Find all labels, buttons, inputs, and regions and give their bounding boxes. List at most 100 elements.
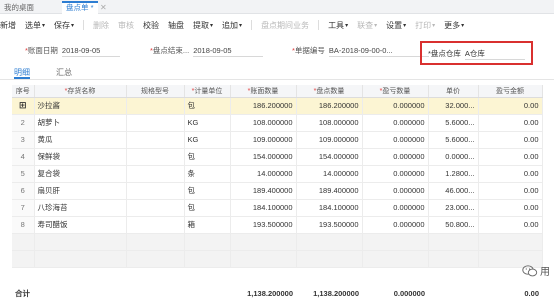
cell-unit[interactable]: 包 — [184, 97, 231, 115]
column-header[interactable]: 序号 — [12, 85, 35, 98]
doc-no-value[interactable]: BA-2018-09-00-0... — [328, 46, 429, 57]
cell-unit[interactable]: 箱 — [184, 216, 231, 234]
cell-spec[interactable] — [126, 148, 185, 166]
end-date-value[interactable]: 2018-09-05 — [193, 46, 264, 57]
column-header[interactable]: 规格型号 — [126, 85, 185, 98]
cell-diff-amt[interactable]: 0.00 — [478, 97, 543, 115]
toolbar-button[interactable]: 盘点期间业务 — [261, 20, 309, 31]
empty-cell[interactable] — [230, 250, 297, 268]
toolbar-button[interactable]: 选单 ▾ — [25, 20, 45, 31]
table-row[interactable]: 7 八珍海苔包 184.100000 184.100000 0.000000 23.000… — [12, 199, 543, 217]
empty-cell[interactable] — [428, 233, 479, 251]
cell-count-qty[interactable]: 109.000000 — [296, 131, 363, 149]
cell-name[interactable]: 寿司醋饭 — [34, 216, 127, 234]
cell-diff-amt[interactable]: 0.00 — [478, 216, 543, 234]
cell-unit[interactable]: 条 — [184, 165, 231, 183]
empty-cell[interactable] — [34, 250, 127, 268]
table-row[interactable]: 2 胡萝卜 KG 108.000000 108.000000 0.000000 5.6000… — [12, 114, 543, 132]
cell-diff-qty[interactable]: 0.000000 — [362, 182, 429, 200]
empty-cell[interactable] — [296, 250, 363, 268]
cell-price[interactable]: 23.000... — [428, 199, 479, 217]
cell-count-qty[interactable]: 108.000000 — [296, 114, 363, 132]
cell-count-qty[interactable]: 193.500000 — [296, 216, 363, 234]
cell-diff-amt[interactable]: 0.00 — [478, 165, 543, 183]
cell-spec[interactable] — [126, 97, 185, 115]
cell-spec[interactable] — [126, 165, 185, 183]
cell-spec[interactable] — [126, 199, 185, 217]
insert-row-icon[interactable]: ⊞ — [19, 100, 27, 111]
cell-book-qty[interactable]: 193.500000 — [230, 216, 297, 234]
toolbar-button[interactable]: 校验 — [143, 20, 159, 31]
warehouse-field[interactable]: *盘点仓库 A仓库 — [428, 48, 525, 60]
empty-cell[interactable] — [12, 250, 35, 268]
cell-spec[interactable] — [126, 182, 185, 200]
cell-name[interactable]: 扇贝肝 — [34, 182, 127, 200]
cell-name[interactable]: 沙拉酱 — [34, 97, 127, 115]
cell-price[interactable]: 50.800... — [428, 216, 479, 234]
cell-diff-amt[interactable]: 0.00 — [478, 199, 543, 217]
empty-row[interactable] — [12, 233, 543, 251]
empty-cell[interactable] — [126, 250, 185, 268]
cell-diff-qty[interactable]: 0.000000 — [362, 114, 429, 132]
empty-cell[interactable] — [296, 233, 363, 251]
toolbar-button[interactable]: 删除 — [93, 20, 109, 31]
cell-price[interactable]: 1.2800... — [428, 165, 479, 183]
table-row[interactable]: 6 扇贝肝包 189.400000 189.400000 0.000000 46.000.… — [12, 182, 543, 200]
empty-cell[interactable] — [184, 233, 231, 251]
cell-book-qty[interactable]: 109.000000 — [230, 131, 297, 149]
cell-count-qty[interactable]: 189.400000 — [296, 182, 363, 200]
empty-cell[interactable] — [428, 250, 479, 268]
toolbar-button[interactable]: 更多 ▾ — [444, 20, 464, 31]
column-header[interactable]: *账面数量 — [230, 85, 297, 98]
book-date-field[interactable]: *账面日期 2018-09-05 — [25, 45, 120, 57]
cell-book-qty[interactable]: 184.100000 — [230, 199, 297, 217]
tab-my-desktop[interactable]: 我的桌面 — [4, 2, 34, 14]
cell-name[interactable]: 胡萝卜 — [34, 114, 127, 132]
cell-book-qty[interactable]: 108.000000 — [230, 114, 297, 132]
cell-diff-qty[interactable]: 0.000000 — [362, 148, 429, 166]
cell-diff-qty[interactable]: 0.000000 — [362, 216, 429, 234]
table-row[interactable]: 3 黄瓜 KG 109.000000 109.000000 0.000000 5.6000.… — [12, 131, 543, 149]
tab-summary[interactable]: 汇总 — [56, 67, 72, 79]
cell-diff-amt[interactable]: 0.00 — [478, 131, 543, 149]
cell-unit[interactable]: KG — [184, 131, 231, 149]
cell-book-qty[interactable]: 189.400000 — [230, 182, 297, 200]
cell-diff-qty[interactable]: 0.000000 — [362, 199, 429, 217]
table-row[interactable]: 4 保鲜袋包 154.000000 154.000000 0.000000 0.0000.… — [12, 148, 543, 166]
cell-name[interactable]: 八珍海苔 — [34, 199, 127, 217]
end-date-field[interactable]: *盘点结束... 2018-09-05 — [150, 45, 264, 57]
table-row[interactable]: 5 复合袋条 14.000000 14.000000 0.000000 1.2800...… — [12, 165, 543, 183]
cell-diff-amt[interactable]: 0.00 — [478, 114, 543, 132]
cell-name[interactable]: 保鲜袋 — [34, 148, 127, 166]
cell-count-qty[interactable]: 184.100000 — [296, 199, 363, 217]
toolbar-button[interactable]: 审核 — [118, 20, 134, 31]
warehouse-value[interactable]: A仓库 — [464, 48, 525, 60]
column-header[interactable]: *盈亏数量 — [362, 85, 429, 98]
empty-cell[interactable] — [362, 250, 429, 268]
cell-diff-amt[interactable]: 0.00 — [478, 182, 543, 200]
empty-cell[interactable] — [230, 233, 297, 251]
cell-count-qty[interactable]: 154.000000 — [296, 148, 363, 166]
cell-diff-qty[interactable]: 0.000000 — [362, 131, 429, 149]
empty-cell[interactable] — [34, 233, 127, 251]
cell-spec[interactable] — [126, 216, 185, 234]
cell-unit[interactable]: 包 — [184, 148, 231, 166]
cell-name[interactable]: 复合袋 — [34, 165, 127, 183]
cell-price[interactable]: 5.6000... — [428, 114, 479, 132]
table-row[interactable]: ⊞ 沙拉酱包 186.200000 186.200000 0.000000 32.000.… — [12, 97, 543, 115]
empty-cell[interactable] — [12, 233, 35, 251]
column-header[interactable]: *计量单位 — [184, 85, 231, 98]
cell-diff-qty[interactable]: 0.000000 — [362, 97, 429, 115]
toolbar-button[interactable]: 设置 ▾ — [386, 20, 406, 31]
cell-price[interactable]: 0.0000... — [428, 148, 479, 166]
toolbar-button[interactable]: 提取 ▾ — [193, 20, 213, 31]
empty-cell[interactable] — [478, 233, 543, 251]
cell-count-qty[interactable]: 186.200000 — [296, 97, 363, 115]
tab-detail[interactable]: 明细 — [14, 67, 30, 79]
toolbar-button[interactable]: 轴盘 — [168, 20, 184, 31]
empty-cell[interactable] — [184, 250, 231, 268]
toolbar-button[interactable]: 打印 ▾ — [415, 20, 435, 31]
toolbar-button[interactable]: 新增 — [0, 20, 16, 31]
cell-spec[interactable] — [126, 114, 185, 132]
column-header[interactable]: 盈亏金额 — [478, 85, 543, 98]
